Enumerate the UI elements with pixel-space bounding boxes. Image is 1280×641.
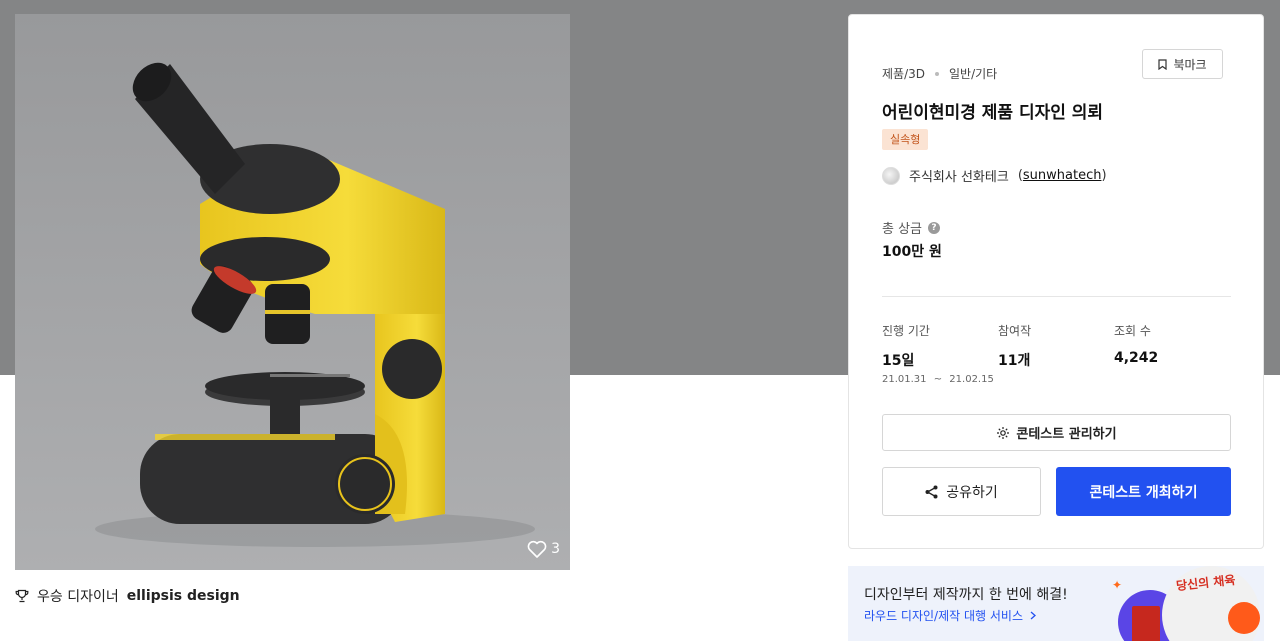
bookmark-label: 북마크 — [1173, 57, 1207, 72]
period-label: 진행 기간 — [882, 324, 930, 338]
winning-design-image[interactable]: 3 — [15, 14, 570, 570]
manage-label: 콘테스트 관리하기 — [1016, 427, 1117, 442]
bookmark-icon — [1158, 58, 1168, 70]
entries-value: 11개 — [998, 353, 1031, 369]
share-icon — [925, 485, 938, 498]
host-name: 주식회사 선화테크 — [909, 170, 1009, 185]
host-info[interactable]: 주식회사 선화테크 (sunwhatech) — [882, 166, 1107, 185]
sparkle-icon: ✦ — [1112, 578, 1123, 592]
promo-graphic-dot — [1228, 602, 1260, 634]
entries-label: 참여작 — [998, 324, 1032, 338]
contest-title: 어린이현미경 제품 디자인 의뢰 — [882, 103, 1104, 123]
views-value: 4,242 — [1114, 350, 1159, 366]
stat-period: 진행 기간 15일 21.01.31 ~ 21.02.15 — [882, 322, 994, 385]
breadcrumb: 제품/3D 일반/기타 — [882, 65, 997, 82]
like-count: 3 — [551, 541, 560, 557]
manage-contest-button[interactable]: 콘테스트 관리하기 — [882, 414, 1231, 451]
question-icon[interactable]: ? — [928, 221, 941, 234]
category-link[interactable]: 제품/3D — [882, 65, 925, 82]
prize-label: 총 상금 ? — [882, 218, 941, 237]
promo-banner[interactable]: 디자인부터 제작까지 한 번에 해결! 라우드 디자인/제작 대행 서비스 ✦ … — [848, 566, 1264, 641]
winner-label: 우승 디자이너 — [37, 589, 119, 605]
chevron-right-icon — [1030, 611, 1036, 620]
share-button[interactable]: 공유하기 — [882, 467, 1041, 516]
promo-link[interactable]: 라우드 디자인/제작 대행 서비스 — [864, 607, 1037, 624]
contest-info-panel: 제품/3D 일반/기타 북마크 어린이현미경 제품 디자인 의뢰 실속형 주식회… — [848, 14, 1264, 549]
period-value: 15일 — [882, 353, 915, 369]
prize-label-text: 총 상금 — [882, 222, 923, 237]
period-range: 21.01.31 ~ 21.02.15 — [882, 374, 994, 385]
winner-name[interactable]: ellipsis design — [127, 588, 240, 604]
bookmark-button[interactable]: 북마크 — [1142, 49, 1223, 79]
winner-designer: 우승 디자이너 ellipsis design — [15, 586, 240, 606]
promo-link-text: 라우드 디자인/제작 대행 서비스 — [864, 609, 1024, 623]
avatar — [882, 166, 900, 185]
host-id[interactable]: sunwhatech — [1023, 168, 1102, 183]
prize-value: 100만 원 — [882, 244, 942, 260]
like-counter[interactable]: 3 — [527, 540, 560, 558]
stat-views: 조회 수 4,242 — [1114, 322, 1158, 366]
gear-icon — [997, 426, 1010, 439]
microscope-render — [15, 14, 570, 570]
plan-badge: 실속형 — [882, 129, 929, 150]
promo-title: 디자인부터 제작까지 한 번에 해결! — [864, 587, 1068, 603]
promo-graphic-card — [1132, 606, 1160, 641]
heart-icon — [527, 540, 547, 558]
subcategory-link[interactable]: 일반/기타 — [949, 65, 997, 82]
divider — [882, 296, 1231, 297]
trophy-icon — [15, 589, 29, 603]
views-label: 조회 수 — [1114, 324, 1151, 338]
host-contest-button[interactable]: 콘테스트 개최하기 — [1056, 467, 1231, 516]
share-label: 공유하기 — [946, 484, 998, 501]
stat-entries: 참여작 11개 — [998, 322, 1031, 370]
separator-dot — [935, 71, 939, 76]
